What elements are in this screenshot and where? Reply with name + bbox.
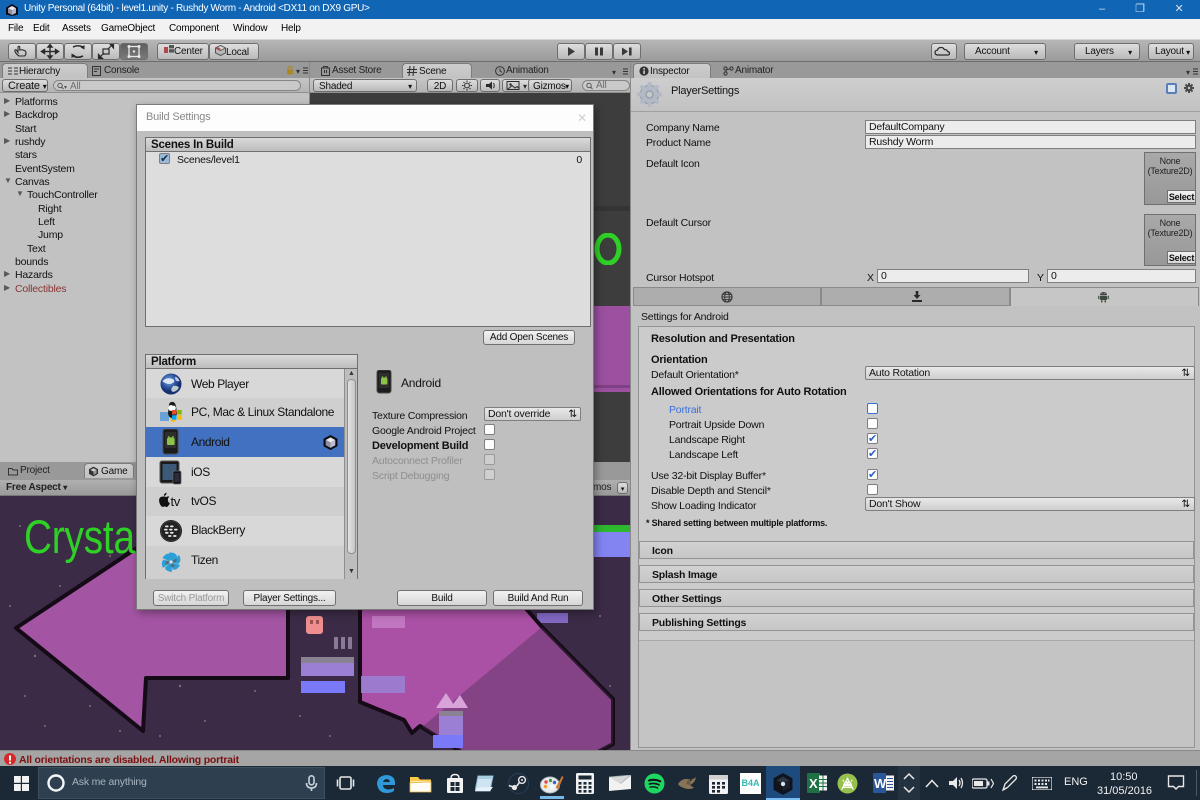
svg-text:▾: ▾ [612,68,616,76]
svg-text:▾: ▾ [523,82,527,91]
svg-text:W: W [874,776,887,791]
svg-text:▾: ▾ [1186,68,1190,76]
svg-text:X: X [809,776,818,791]
svg-text:▾: ▾ [64,85,67,90]
svg-text:tv: tv [171,494,181,509]
svg-text:▾: ▾ [296,67,300,75]
